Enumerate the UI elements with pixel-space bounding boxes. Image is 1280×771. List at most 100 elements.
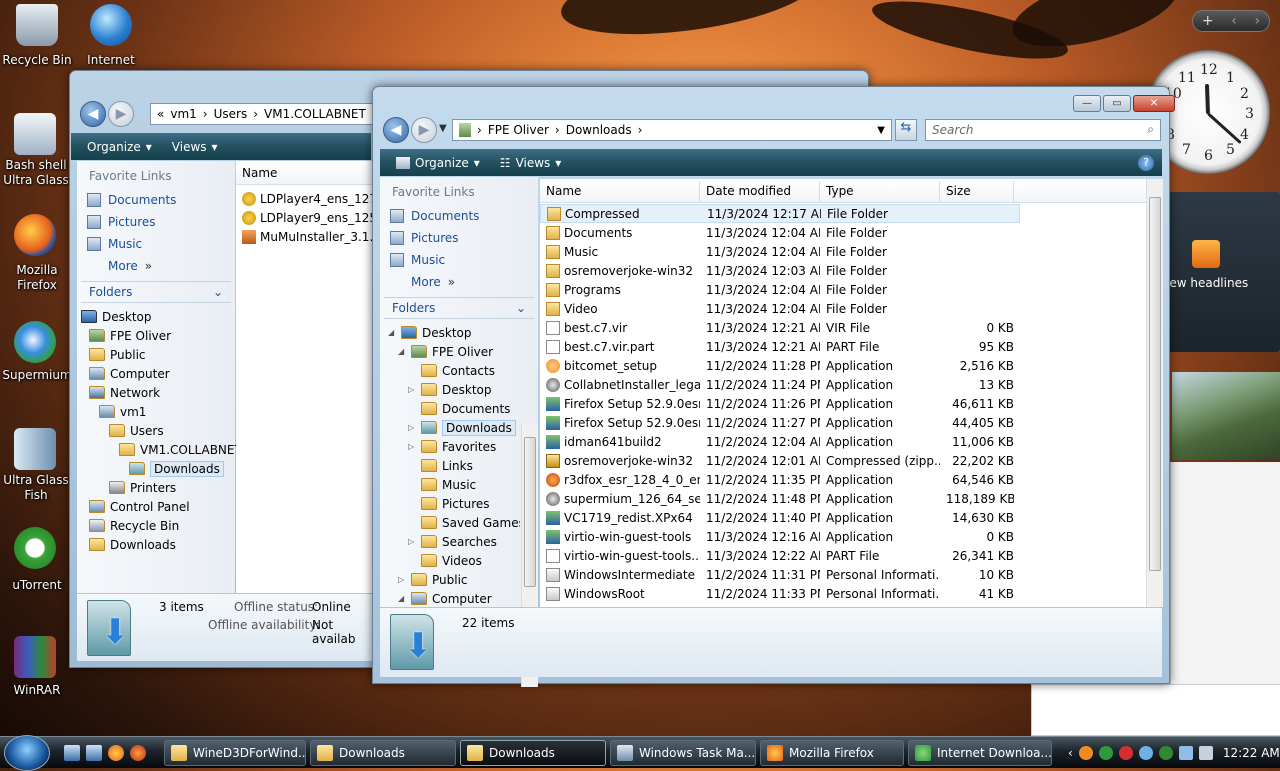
firefox-icon[interactable] [14, 214, 56, 256]
taskbar-button[interactable]: Internet Downloa... [908, 740, 1052, 766]
r3dfox-icon[interactable] [130, 745, 146, 761]
tree-item-public[interactable]: Public [81, 345, 231, 364]
favorite-link-documents[interactable]: Documents [384, 205, 534, 227]
file-row[interactable]: best.c7.vir.part 11/3/2024 12:21 AM PART F… [540, 337, 1020, 356]
bitcomet-tray-icon[interactable] [1078, 746, 1093, 760]
tree-item[interactable]: Documents [384, 399, 520, 418]
scrollbar-thumb[interactable] [1149, 197, 1161, 571]
breadcrumb-overflow[interactable]: « [157, 107, 164, 121]
file-row[interactable]: Documents 11/3/2024 12:04 AM File Folder [540, 223, 1020, 242]
favorite-link-music[interactable]: Music [384, 249, 534, 271]
tree-item[interactable]: ▷ Downloads [384, 418, 520, 437]
recent-pages-dropdown[interactable]: ▼ [439, 123, 447, 134]
tree-item-computer[interactable]: Computer [81, 364, 231, 383]
tree-item-desktop[interactable]: Desktop [81, 307, 231, 326]
chevron-right-icon[interactable]: › [1255, 13, 1261, 29]
tree-item[interactable]: ▷ Searches [384, 532, 520, 551]
favorite-link-pictures[interactable]: Pictures [81, 211, 231, 233]
tree-item[interactable]: Pictures [384, 494, 520, 513]
tree-expand-icon[interactable]: ▷ [408, 423, 416, 432]
back-button[interactable]: ◀ [383, 117, 409, 143]
file-row[interactable]: Music 11/3/2024 12:04 AM File Folder [540, 242, 1020, 261]
utorrent-tray-icon[interactable] [1158, 746, 1173, 760]
favorite-link-pictures[interactable]: Pictures [384, 227, 534, 249]
file-row[interactable]: best.c7.vir 11/3/2024 12:21 AM VIR File 0 K… [540, 318, 1020, 337]
tree-item-printers[interactable]: Printers [81, 478, 231, 497]
file-row[interactable]: CollabnetInstaller_lega... 11/2/2024 11:2… [540, 375, 1020, 394]
tree-item-downloads[interactable]: Downloads [81, 459, 231, 478]
bash-shell-icon[interactable] [14, 113, 56, 155]
tree-item[interactable]: ◢ Computer [384, 589, 520, 608]
file-row[interactable]: LDPlayer4_ens_1273_ [242, 189, 391, 208]
file-row[interactable]: osremoverjoke-win32 11/3/2024 12:03 AM Fil… [540, 261, 1020, 280]
supermium-icon[interactable] [14, 321, 56, 363]
tree-expand-icon[interactable]: ◢ [398, 347, 406, 356]
tree-item[interactable]: Videos [384, 551, 520, 570]
file-row[interactable]: WindowsIntermediate 11/2/2024 11:31 PM Per… [540, 565, 1020, 584]
network-tray-icon[interactable] [1178, 746, 1193, 760]
desktop-icon-label[interactable]: Ultra Glass Fish [0, 473, 76, 503]
breadcrumb-user[interactable]: FPE Oliver [488, 123, 549, 137]
views-button[interactable]: Views ▾ [164, 138, 226, 156]
taskbar-clock[interactable]: 12:22 AM [1223, 746, 1280, 760]
file-row[interactable]: VC1719_redist.XPx64 11/2/2024 11:40 PM App… [540, 508, 1020, 527]
file-row[interactable]: virtio-win-guest-tools.... 11/3/2024 12:2… [540, 546, 1020, 565]
breadcrumb-collabnet[interactable]: VM1.COLLABNET [264, 107, 366, 121]
tree-expand-icon[interactable]: ◢ [388, 328, 396, 337]
help-icon[interactable]: ? [1138, 154, 1154, 171]
folders-header[interactable]: Folders ⌄ [384, 297, 534, 319]
refresh-button[interactable]: ⇆ [895, 119, 917, 141]
desktop-icon-label[interactable]: WinRAR [0, 683, 77, 698]
glass-fish-icon[interactable] [14, 428, 56, 470]
organize-button[interactable]: Organize ▾ [388, 154, 488, 172]
breadcrumb-downloads[interactable]: Downloads [566, 123, 632, 137]
file-row[interactable]: LDPlayer9_ens_1252_ [242, 208, 391, 227]
desktop-icon-label[interactable]: Internet [71, 53, 151, 68]
tree-item[interactable]: ◢ Desktop [384, 323, 520, 342]
tree-item-downloads-root[interactable]: Downloads [81, 535, 231, 554]
file-row[interactable]: Firefox Setup 52.9.0esr 11/2/2024 11:26 P… [540, 394, 1020, 413]
file-row[interactable]: Video 11/3/2024 12:04 AM File Folder [540, 299, 1020, 318]
file-row[interactable]: idman641build2 11/2/2024 12:04 AM Applicat… [540, 432, 1020, 451]
desktop-icon-label[interactable]: Supermium [0, 368, 77, 383]
search-icon[interactable]: ⌕ [1147, 122, 1154, 137]
tree-item[interactable]: ▷ Public [384, 570, 520, 589]
views-button[interactable]: ☷ Views ▾ [492, 154, 570, 172]
volume-tray-icon[interactable] [1198, 746, 1213, 760]
start-button[interactable] [4, 735, 50, 771]
back-button[interactable]: ◀ [80, 101, 106, 127]
tree-item[interactable]: Music [384, 475, 520, 494]
search-input[interactable]: Search ⌕ [925, 119, 1161, 141]
show-desktop-icon[interactable] [64, 745, 80, 761]
security-tray-icon[interactable] [1118, 746, 1133, 760]
slideshow-gadget[interactable] [1172, 372, 1280, 460]
close-button[interactable]: ✕ [1133, 95, 1175, 112]
breadcrumb-vm1[interactable]: vm1 [170, 107, 196, 121]
scrollbar-thumb[interactable] [524, 437, 536, 587]
feed-headlines-gadget[interactable]: iew headlines [1160, 192, 1280, 352]
switch-windows-icon[interactable] [86, 745, 102, 761]
internet-icon[interactable] [90, 4, 132, 46]
tree-expand-icon[interactable]: ▷ [408, 385, 416, 394]
tree-item-collabnet[interactable]: VM1.COLLABNET [81, 440, 242, 459]
file-row[interactable]: MuMuInstaller_3.1.7. [242, 227, 385, 246]
taskbar-button[interactable]: Downloads [460, 740, 606, 766]
tree-item[interactable]: ▷ Favorites [384, 437, 520, 456]
desktop-icon-label[interactable]: Mozilla Firefox [0, 263, 77, 293]
tree-expand-icon[interactable]: ◢ [398, 594, 406, 603]
organize-button[interactable]: Organize ▾ [79, 138, 160, 156]
minimize-button[interactable]: — [1073, 95, 1101, 112]
breadcrumb-users[interactable]: Users [214, 107, 248, 121]
column-name[interactable]: Name [236, 163, 376, 184]
favorite-links-more[interactable]: More » [81, 255, 231, 277]
tree-expand-icon[interactable]: ▷ [398, 575, 406, 584]
tree-item-network[interactable]: Network [81, 383, 231, 402]
file-row[interactable]: r3dfox_esr_128_4_0_en_... 11/2/2024 11:35… [540, 470, 1020, 489]
tree-expand-icon[interactable]: ▷ [408, 442, 416, 451]
file-row[interactable]: Firefox Setup 52.9.0esr(1) 11/2/2024 11:2… [540, 413, 1020, 432]
file-row[interactable]: Programs 11/3/2024 12:04 AM File Folder [540, 280, 1020, 299]
address-dropdown-icon[interactable]: ▼ [877, 125, 885, 136]
file-row[interactable]: virtio-win-guest-tools 11/3/2024 12:16 AM… [540, 527, 1020, 546]
column-date-modified[interactable]: Date modified [700, 181, 820, 202]
desktop-icon-label[interactable]: uTorrent [0, 578, 77, 593]
